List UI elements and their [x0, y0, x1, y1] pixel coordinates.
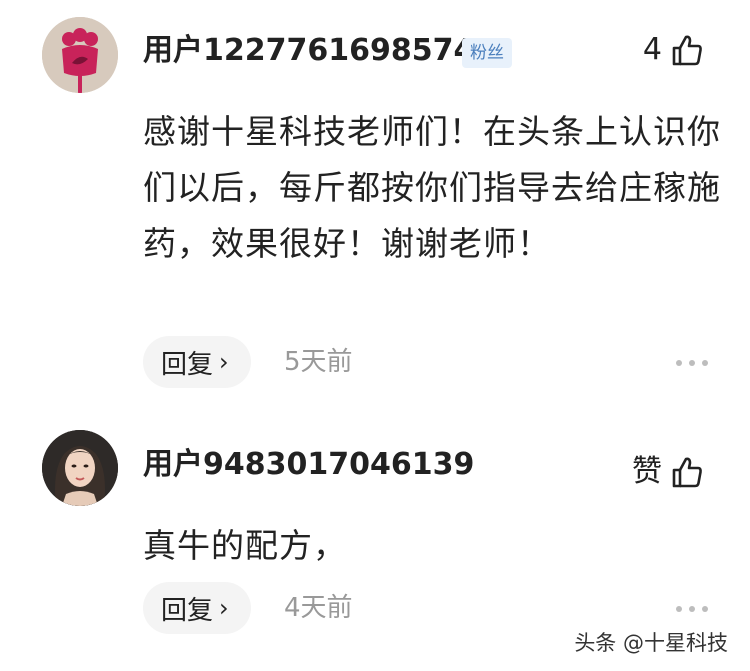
like-count: 4 [642, 32, 662, 67]
chevron-right-icon: › [219, 348, 229, 376]
reply-label: 回复 [161, 595, 214, 626]
red-flower-avatar-icon [42, 17, 118, 93]
chevron-right-icon: › [219, 594, 229, 622]
comment-text: 感谢十星科技老师们！在头条上认识你们以后，每斤都按你们指导去给庄稼施药，效果很好… [143, 112, 721, 263]
reply-button[interactable]: 回复 › [143, 582, 251, 634]
thumbs-up-icon [672, 35, 702, 66]
avatar[interactable] [42, 430, 118, 506]
comment-item: 用户1227761698574 粉丝 4 感谢十星科技老师们！在头条上认识你们以… [0, 0, 750, 410]
comment-text: 真牛的配方， [143, 526, 347, 565]
like-button[interactable]: 赞 [632, 454, 704, 490]
timestamp: 5天前 [284, 347, 353, 377]
more-options-icon[interactable] [676, 606, 708, 612]
avatar[interactable] [42, 17, 118, 93]
reply-label: 回复 [161, 349, 214, 380]
watermark: 头条 @十星科技 [574, 631, 728, 655]
more-options-icon[interactable] [676, 360, 708, 366]
thumbs-up-icon [672, 457, 702, 488]
username[interactable]: 用户1227761698574 [143, 33, 474, 69]
like-button[interactable]: 4 [643, 32, 704, 68]
reply-button[interactable]: 回复 › [143, 336, 251, 388]
timestamp: 4天前 [284, 593, 353, 623]
portrait-avatar-icon [42, 430, 118, 506]
like-label: 赞 [632, 454, 662, 489]
fan-badge: 粉丝 [462, 38, 512, 68]
username[interactable]: 用户9483017046139 [143, 447, 474, 483]
